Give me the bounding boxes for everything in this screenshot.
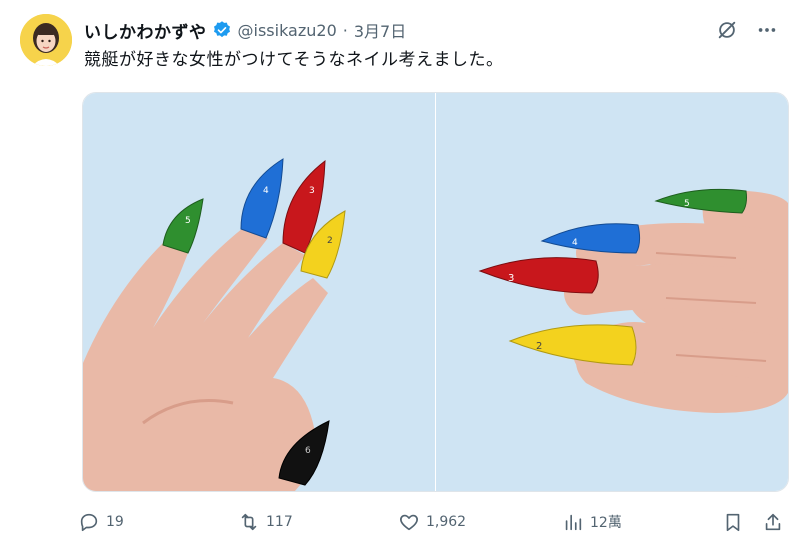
user-handle[interactable]: @issikazu20 <box>238 21 337 40</box>
views-count: 12萬 <box>590 515 622 531</box>
verified-badge-icon[interactable] <box>212 20 232 40</box>
media-image-right[interactable]: 5 4 3 2 <box>436 93 788 491</box>
tweet-media[interactable]: 5 4 3 2 6 5 4 3 2 <box>82 92 789 492</box>
svg-text:6: 6 <box>305 446 311 456</box>
reply-count: 19 <box>106 514 124 530</box>
media-image-left[interactable]: 5 4 3 2 6 <box>83 93 435 491</box>
reply-icon <box>80 513 98 532</box>
svg-text:5: 5 <box>684 199 690 209</box>
views-chart-icon <box>565 514 582 531</box>
bookmark-icon <box>726 513 740 532</box>
repost-count: 117 <box>266 514 293 530</box>
svg-text:3: 3 <box>309 186 315 196</box>
svg-text:4: 4 <box>263 186 269 196</box>
svg-text:4: 4 <box>572 238 578 248</box>
repost-button[interactable]: 117 <box>238 511 293 533</box>
display-name[interactable]: いしかわかずや <box>84 18 207 43</box>
like-button[interactable]: 1,962 <box>398 511 466 533</box>
avatar-image <box>20 14 72 66</box>
tweet-text: 競艇が好きな女性がつけてそうなネイル考えました。 <box>84 50 504 70</box>
repost-icon <box>241 513 257 531</box>
avatar[interactable] <box>20 14 72 66</box>
reply-button[interactable]: 19 <box>78 511 124 533</box>
grok-icon[interactable] <box>714 17 740 43</box>
tweet-header: いしかわかずや @issikazu20 · 3月7日 <box>84 16 780 44</box>
hand-nails-photo-right: 5 4 3 2 <box>436 93 788 491</box>
views-button[interactable]: 12萬 <box>562 511 622 533</box>
svg-text:3: 3 <box>508 273 514 284</box>
header-actions <box>714 17 780 43</box>
hand-nails-photo-left: 5 4 3 2 6 <box>83 93 435 491</box>
svg-text:2: 2 <box>327 236 333 246</box>
like-count: 1,962 <box>426 514 467 530</box>
share-button[interactable] <box>762 511 784 533</box>
svg-text:2: 2 <box>536 341 542 352</box>
tweet-action-bar: 19 117 1,962 12萬 <box>78 508 792 536</box>
svg-text:5: 5 <box>185 216 191 226</box>
bookmark-button[interactable] <box>722 511 744 533</box>
more-options-icon[interactable] <box>754 17 780 43</box>
post-date[interactable]: 3月7日 <box>354 18 406 42</box>
separator-dot: · <box>342 20 348 40</box>
share-icon <box>765 513 781 531</box>
heart-icon <box>400 514 418 531</box>
